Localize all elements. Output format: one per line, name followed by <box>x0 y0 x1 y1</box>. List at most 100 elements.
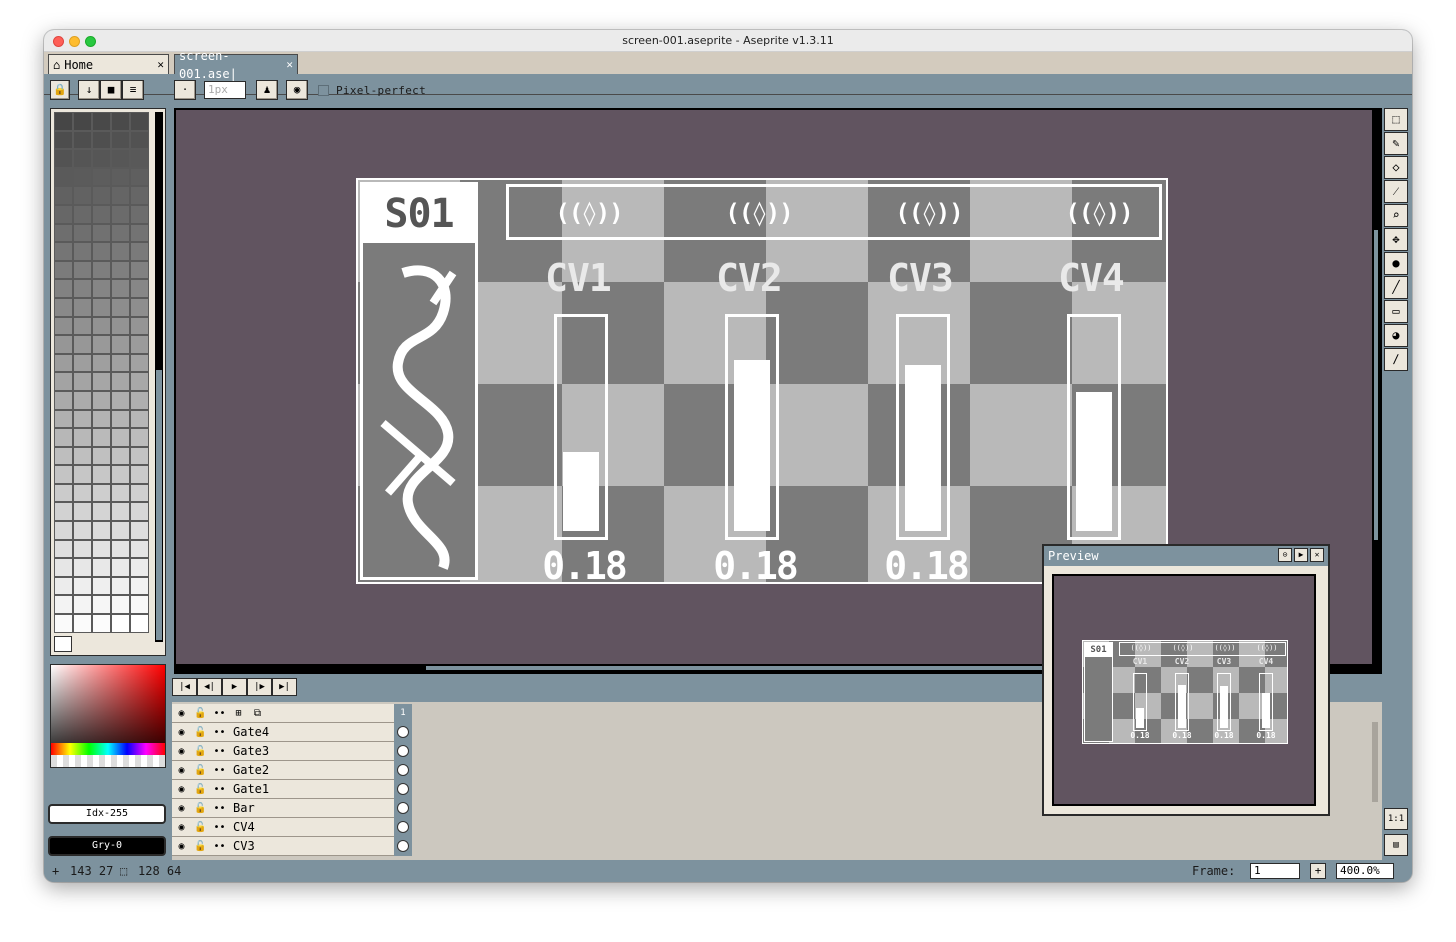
palette-swatch[interactable] <box>130 446 149 466</box>
palette-swatch[interactable] <box>92 149 111 168</box>
palette-swatch[interactable] <box>54 614 73 633</box>
palette-swatch[interactable] <box>111 446 130 466</box>
palette-swatch[interactable] <box>54 558 73 577</box>
eye-icon[interactable]: ◉ <box>172 841 191 852</box>
next-frame-icon[interactable]: |▶ <box>247 678 272 696</box>
canvas-vertical-scrollbar[interactable] <box>1372 110 1380 672</box>
zoom-input[interactable]: 400.0% <box>1336 863 1394 879</box>
brush-size-input[interactable]: 1px <box>204 81 246 99</box>
palette-scrollbar[interactable] <box>155 112 163 642</box>
palette-swatch[interactable] <box>54 204 73 224</box>
eye-icon[interactable]: ◉ <box>172 746 191 757</box>
eraser-tool-icon[interactable]: ◇ <box>1384 156 1408 179</box>
layer-link-icon[interactable]: ⧉ <box>248 708 267 719</box>
palette-swatch[interactable] <box>54 576 73 596</box>
palette-swatch[interactable] <box>111 521 130 540</box>
close-tab-icon[interactable]: ✕ <box>286 56 293 74</box>
palette-swatch[interactable] <box>73 390 92 410</box>
palette-swatch[interactable] <box>111 539 130 559</box>
palette-swatch[interactable] <box>54 149 73 168</box>
color-picker[interactable] <box>50 664 166 768</box>
palette-swatch[interactable] <box>54 223 73 243</box>
brush-type-button[interactable]: · <box>174 80 196 100</box>
palette-swatch[interactable] <box>130 204 149 224</box>
continuous-icon[interactable]: •• <box>210 822 229 833</box>
palette-swatch[interactable] <box>130 130 149 150</box>
hue-slider[interactable] <box>51 743 165 755</box>
continuous-icon[interactable]: •• <box>210 803 229 814</box>
preview-play-icon[interactable]: ▶ <box>1294 548 1308 562</box>
add-frame-icon[interactable]: + <box>1310 863 1326 879</box>
palette-swatch[interactable] <box>111 502 130 522</box>
palette-swatch[interactable] <box>73 260 92 280</box>
palette-swatch[interactable] <box>54 279 73 298</box>
palette-swatch[interactable] <box>54 297 73 317</box>
palette-swatch[interactable] <box>111 614 130 633</box>
palette-swatch[interactable] <box>54 353 73 373</box>
palette-swatch[interactable] <box>111 335 130 354</box>
palette-swatch[interactable] <box>73 223 92 243</box>
palette-swatch[interactable] <box>111 167 130 187</box>
play-icon[interactable]: ▶ <box>222 678 247 696</box>
palette-swatch[interactable] <box>73 372 92 391</box>
palette-swatch[interactable] <box>111 576 130 596</box>
lock-icon[interactable]: 🔓 <box>191 765 210 776</box>
palette-swatch[interactable] <box>73 428 92 447</box>
palette-swatch[interactable] <box>111 186 130 205</box>
zoom-tool-icon[interactable]: ⌕ <box>1384 204 1408 227</box>
palette-swatch[interactable] <box>92 521 111 540</box>
palette-swatch[interactable] <box>54 260 73 280</box>
continuous-icon[interactable]: •• <box>210 784 229 795</box>
eye-icon[interactable]: ◉ <box>172 784 191 795</box>
preview-center-icon[interactable]: ⊙ <box>1278 548 1292 562</box>
close-tab-icon[interactable]: ✕ <box>157 56 164 74</box>
palette-swatch[interactable] <box>92 335 111 354</box>
pencil-tool-icon[interactable]: ✎ <box>1384 132 1408 155</box>
palette-swatch[interactable] <box>130 297 149 317</box>
palette-swatch[interactable] <box>130 539 149 559</box>
palette-swatch[interactable] <box>111 409 130 429</box>
palette-swatch[interactable] <box>111 149 130 168</box>
cel-keyframe[interactable] <box>394 741 412 761</box>
palette-swatch[interactable] <box>92 372 111 391</box>
palette-swatch[interactable] <box>73 614 92 633</box>
palette-swatch[interactable] <box>111 223 130 243</box>
palette-swatch[interactable] <box>130 242 149 261</box>
palette-swatch[interactable] <box>73 297 92 317</box>
palette-swatch[interactable] <box>73 595 92 615</box>
palette-swatch[interactable] <box>54 167 73 187</box>
palette-swatch[interactable] <box>92 539 111 559</box>
palette-swatch[interactable] <box>54 130 73 150</box>
palette-swatch[interactable] <box>130 483 149 503</box>
palette-swatch[interactable] <box>130 521 149 540</box>
palette-swatch[interactable] <box>130 576 149 596</box>
layer-row[interactable]: ◉ 🔓 •• Bar <box>172 798 412 818</box>
palette-swatch[interactable] <box>54 539 73 559</box>
palette-swatch[interactable] <box>130 614 149 633</box>
lock-icon[interactable]: 🔓 <box>191 708 210 719</box>
eye-icon[interactable]: ◉ <box>172 727 191 738</box>
palette-swatch[interactable] <box>130 595 149 615</box>
palette-swatch[interactable] <box>130 186 149 205</box>
palette-swatch[interactable] <box>92 316 111 336</box>
alpha-slider[interactable] <box>51 755 165 767</box>
palette-swatch[interactable] <box>92 390 111 410</box>
palette-swatch[interactable] <box>92 483 111 503</box>
palette-swatch[interactable] <box>54 446 73 466</box>
palette-swatch[interactable] <box>73 502 92 522</box>
palette-swatch[interactable] <box>111 558 130 577</box>
palette-swatch[interactable] <box>73 130 92 150</box>
palette-swatch[interactable] <box>130 167 149 187</box>
contour-tool-icon[interactable]: ◕ <box>1384 324 1408 347</box>
palette-swatch[interactable] <box>111 260 130 280</box>
palette-swatch[interactable] <box>111 130 130 150</box>
palette-swatch[interactable] <box>111 204 130 224</box>
sprite-canvas[interactable]: S01 ((◊)) ((◊)) ((◊)) ((◊)) CV1 CV2 CV3 … <box>356 178 1168 584</box>
palette-swatch[interactable] <box>111 372 130 391</box>
palette-swatch[interactable] <box>130 465 149 484</box>
palette-swatch-icon[interactable] <box>54 636 72 652</box>
palette-swatch[interactable] <box>111 428 130 447</box>
palette-swatch[interactable] <box>130 390 149 410</box>
palette-swatch[interactable] <box>92 428 111 447</box>
last-frame-icon[interactable]: ▶| <box>272 678 297 696</box>
